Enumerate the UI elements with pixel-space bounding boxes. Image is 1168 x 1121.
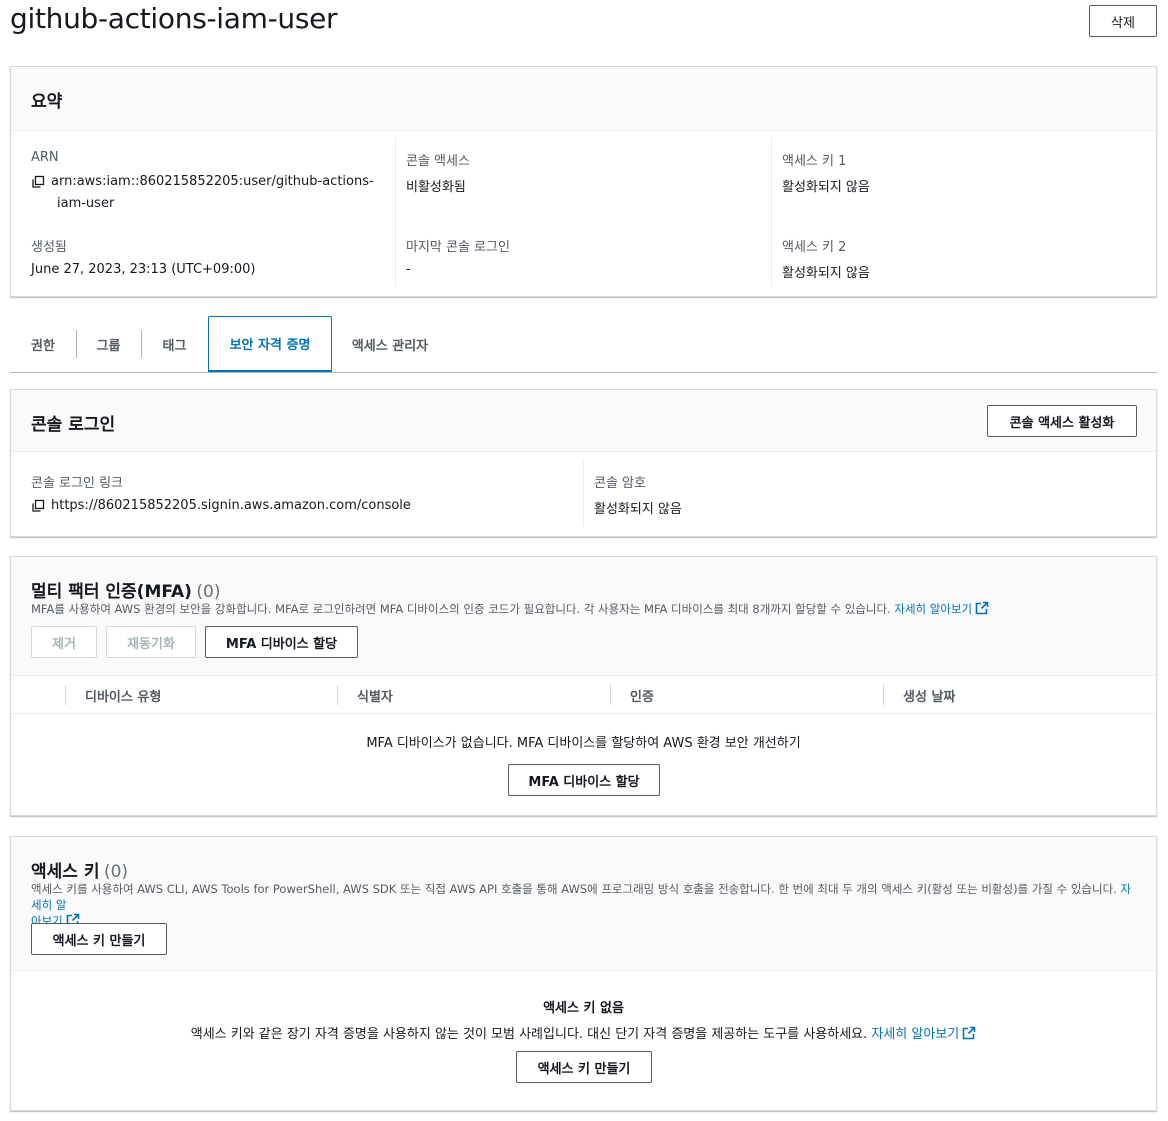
column-device-type[interactable]: 디바이스 유형 — [85, 676, 161, 714]
access-key2-label: 액세스 키 2 — [782, 240, 847, 255]
console-password-value: 활성화되지 않음 — [594, 502, 682, 517]
access-keys-empty-text: 액세스 키와 같은 장기 자격 증명을 사용하지 않는 것이 모범 사례입니다.… — [11, 1023, 1156, 1042]
mfa-table-header: 디바이스 유형 식별자 인증 생성 날짜 — [11, 676, 1156, 714]
last-login-value: - — [406, 262, 411, 277]
last-login-label: 마지막 콘솔 로그인 — [406, 240, 510, 255]
external-link-icon — [975, 601, 989, 615]
mfa-empty-text: MFA 디바이스가 없습니다. MFA 디바이스를 할당하여 AWS 환경 보안… — [366, 736, 801, 751]
console-link-block: 콘솔 로그인 링크 https://860215852205.signin.aw… — [31, 472, 411, 513]
access-keys-header: 액세스 키 (0) 액세스 키를 사용하여 AWS CLI, AWS Tools… — [11, 837, 1156, 971]
mfa-header: 멀티 팩터 인증(MFA) (0) MFA를 사용하여 AWS 환경의 보안을 … — [11, 557, 1156, 676]
mfa-empty-assign-button[interactable]: MFA 디바이스 할당 — [508, 764, 660, 796]
summary-panel: 요약 ARN arn:aws:iam::860215852205:user/gi… — [10, 66, 1157, 297]
mfa-remove-button[interactable]: 제거 — [31, 626, 97, 658]
mfa-resync-button[interactable]: 재동기화 — [106, 626, 196, 658]
column-created-date[interactable]: 생성 날짜 — [903, 676, 955, 714]
console-login-header: 콘솔 로그인 콘솔 액세스 활성화 — [11, 390, 1156, 452]
console-access-value: 비활성화됨 — [406, 180, 466, 195]
summary-header: 요약 — [11, 67, 1156, 131]
arn-label: ARN — [31, 150, 59, 165]
tab-security-credentials[interactable]: 보안 자격 증명 — [208, 316, 332, 372]
access-keys-empty-learn-more-link[interactable]: 자세히 알아보기 — [871, 1026, 976, 1042]
column-certification[interactable]: 인증 — [630, 676, 654, 714]
created-block: 생성됨 June 27, 2023, 23:13 (UTC+09:00) — [31, 236, 255, 277]
arn-value-line2: iam-user — [57, 196, 115, 211]
copy-icon[interactable] — [31, 175, 45, 189]
access-key2-block: 액세스 키 2 활성화되지 않음 — [782, 236, 870, 281]
column-identifier[interactable]: 식별자 — [357, 676, 393, 714]
mfa-assign-button[interactable]: MFA 디바이스 할당 — [205, 626, 358, 658]
last-login-block: 마지막 콘솔 로그인 - — [406, 236, 510, 277]
console-login-panel: 콘솔 로그인 콘솔 액세스 활성화 콘솔 로그인 링크 https://8602… — [10, 389, 1157, 537]
created-value: June 27, 2023, 23:13 (UTC+09:00) — [31, 262, 256, 277]
mfa-description: MFA를 사용하여 AWS 환경의 보안을 강화합니다. MFA로 로그인하려면… — [31, 601, 1141, 617]
arn-value-line1: arn:aws:iam::860215852205:user/github-ac… — [51, 174, 374, 189]
access-key1-value: 활성화되지 않음 — [782, 180, 870, 195]
arn-value: arn:aws:iam::860215852205:user/github-ac… — [31, 171, 381, 215]
mfa-panel: 멀티 팩터 인증(MFA) (0) MFA를 사용하여 AWS 환경의 보안을 … — [10, 556, 1157, 816]
console-password-label: 콘솔 암호 — [594, 476, 646, 491]
console-login-title: 콘솔 로그인 — [31, 415, 116, 435]
console-link-label: 콘솔 로그인 링크 — [31, 476, 123, 491]
empty-create-access-key-button[interactable]: 액세스 키 만들기 — [516, 1051, 652, 1083]
summary-title: 요약 — [31, 92, 63, 112]
access-keys-description: 액세스 키를 사용하여 AWS CLI, AWS Tools for Power… — [31, 882, 1132, 928]
console-access-block: 콘솔 액세스 비활성화됨 — [406, 150, 470, 195]
access-key1-block: 액세스 키 1 활성화되지 않음 — [782, 150, 870, 195]
access-key2-value: 활성화되지 않음 — [782, 266, 870, 281]
tab-tags[interactable]: 태그 — [141, 316, 208, 372]
created-label: 생성됨 — [31, 240, 67, 255]
tab-groups[interactable]: 그룹 — [76, 316, 141, 372]
console-access-label: 콘솔 액세스 — [406, 154, 470, 169]
create-access-key-button[interactable]: 액세스 키 만들기 — [31, 923, 167, 955]
access-keys-count: (0) — [103, 862, 129, 882]
access-keys-empty-title: 액세스 키 없음 — [543, 1001, 624, 1016]
access-keys-title: 액세스 키 (0) — [31, 862, 129, 882]
tab-permissions[interactable]: 권한 — [10, 316, 76, 372]
mfa-count: (0) — [196, 582, 221, 602]
access-keys-panel: 액세스 키 (0) 액세스 키를 사용하여 AWS CLI, AWS Tools… — [10, 836, 1157, 1111]
mfa-title: 멀티 팩터 인증(MFA) (0) — [31, 582, 221, 602]
console-link-text: https://860215852205.signin.aws.amazon.c… — [51, 498, 411, 513]
tab-access-advisor[interactable]: 액세스 관리자 — [332, 316, 448, 372]
page-title: github-actions-iam-user — [10, 2, 338, 35]
arn-block: ARN arn:aws:iam::860215852205:user/githu… — [31, 150, 381, 215]
enable-console-access-button[interactable]: 콘솔 액세스 활성화 — [987, 405, 1137, 437]
delete-button[interactable]: 삭제 — [1089, 5, 1157, 37]
external-link-icon — [962, 1026, 976, 1040]
access-key1-label: 액세스 키 1 — [782, 154, 847, 169]
console-link-value: https://860215852205.signin.aws.amazon.c… — [31, 498, 411, 513]
mfa-learn-more-link[interactable]: 자세히 알아보기 — [894, 601, 989, 616]
tab-bar: 권한 그룹 태그 보안 자격 증명 액세스 관리자 — [10, 316, 1157, 373]
copy-icon[interactable] — [31, 499, 45, 513]
console-password-block: 콘솔 암호 활성화되지 않음 — [594, 472, 682, 517]
